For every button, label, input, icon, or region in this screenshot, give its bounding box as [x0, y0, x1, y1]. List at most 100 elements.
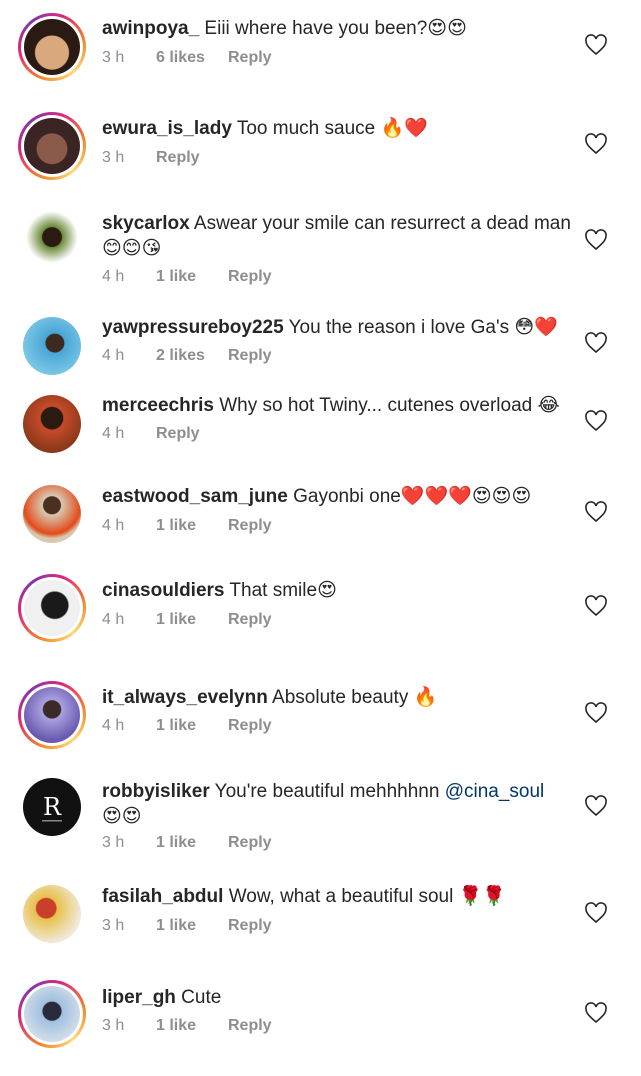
like-heart-icon[interactable] — [584, 1002, 608, 1024]
comment-meta: 3 h 1 like Reply — [102, 834, 272, 852]
avatar[interactable] — [18, 681, 86, 749]
comment-body: Cute — [175, 987, 222, 1008]
comment-username[interactable]: it_always_evelynn — [102, 687, 268, 708]
comment-likes[interactable]: 2 likes — [156, 347, 228, 365]
comment-meta: 3 h 1 like Reply — [102, 1017, 272, 1035]
reply-button[interactable]: Reply — [228, 347, 272, 365]
reply-button[interactable]: Reply — [156, 425, 200, 443]
like-heart-icon[interactable] — [584, 795, 608, 817]
comment-username[interactable]: yawpressureboy225 — [102, 317, 284, 338]
comment-time: 3 h — [102, 49, 125, 66]
avatar[interactable] — [18, 312, 86, 380]
avatar-image — [24, 580, 80, 636]
avatar[interactable] — [18, 480, 86, 548]
comment-time: 4 h — [102, 611, 125, 628]
avatar[interactable] — [18, 574, 86, 642]
comment-likes[interactable]: 1 like — [156, 1017, 228, 1035]
comment-body: You're beautiful mehhhhnn — [209, 781, 445, 802]
avatar[interactable]: R — [18, 773, 86, 841]
like-heart-icon[interactable] — [584, 410, 608, 432]
comment-text: robbyisliker You're beautiful mehhhhnn @… — [102, 779, 572, 829]
like-heart-icon[interactable] — [584, 332, 608, 354]
comment-likes[interactable]: 1 like — [156, 717, 228, 735]
avatar[interactable] — [18, 13, 86, 81]
comment-text: merceechris Why so hot Twiny... cutenes … — [102, 393, 572, 418]
comment-body: Too much sauce 🔥❤️ — [231, 118, 428, 139]
avatar-image — [24, 118, 80, 174]
comment-meta: 4 h 1 like Reply — [102, 717, 272, 735]
avatar[interactable] — [18, 880, 86, 948]
avatar-image — [23, 885, 81, 943]
comment-text: fasilah_abdul Wow, what a beautiful soul… — [102, 884, 572, 909]
reply-button[interactable]: Reply — [228, 1017, 272, 1035]
reply-button[interactable]: Reply — [228, 49, 272, 67]
avatar[interactable] — [18, 206, 86, 274]
avatar-image — [24, 19, 80, 75]
reply-button[interactable]: Reply — [228, 717, 272, 735]
like-heart-icon[interactable] — [584, 229, 608, 251]
like-heart-icon[interactable] — [584, 34, 608, 56]
brand-logo-icon: R — [42, 793, 62, 822]
user-mention-link[interactable]: @cina_soul — [445, 781, 545, 802]
comment-meta: 4 h Reply — [102, 425, 200, 443]
avatar[interactable] — [18, 112, 86, 180]
comment-text: ewura_is_lady Too much sauce 🔥❤️ — [102, 116, 572, 141]
comment-body: Absolute beauty 🔥 — [267, 687, 438, 708]
svg-text:R: R — [43, 793, 62, 821]
comment-username[interactable]: skycarlox — [102, 213, 190, 234]
avatar-image — [23, 211, 81, 269]
comment-text: liper_gh Cute — [102, 985, 572, 1010]
avatar[interactable] — [18, 390, 86, 458]
comment-likes[interactable]: 6 likes — [156, 49, 228, 67]
comment-time: 4 h — [102, 517, 125, 534]
comment-time: 3 h — [102, 1017, 125, 1034]
comment-likes[interactable]: 1 like — [156, 611, 228, 629]
comment-username[interactable]: merceechris — [102, 395, 214, 416]
comment-time: 3 h — [102, 834, 125, 851]
comment-body: You the reason i love Ga's 😳❤️ — [283, 317, 558, 338]
comment-time: 4 h — [102, 717, 125, 734]
comment-body: Wow, what a beautiful soul 🌹🌹 — [223, 886, 506, 907]
comment-username[interactable]: fasilah_abdul — [102, 886, 223, 907]
comment-meta: 4 h 1 like Reply — [102, 517, 272, 535]
reply-button[interactable]: Reply — [228, 268, 272, 286]
comment-username[interactable]: cinasouldiers — [102, 580, 225, 601]
avatar[interactable] — [18, 980, 86, 1048]
avatar-image — [23, 485, 81, 543]
comment-body: Gayonbi one❤️❤️❤️😍😍😍 — [287, 486, 532, 507]
like-heart-icon[interactable] — [584, 595, 608, 617]
avatar-image: R — [23, 778, 81, 836]
avatar-image — [24, 687, 80, 743]
comment-username[interactable]: liper_gh — [102, 987, 176, 1008]
comment-username[interactable]: ewura_is_lady — [102, 118, 232, 139]
comment-username[interactable]: robbyisliker — [102, 781, 210, 802]
comment-body: Eiii where have you been?😍😍 — [199, 18, 467, 39]
like-heart-icon[interactable] — [584, 501, 608, 523]
reply-button[interactable]: Reply — [228, 611, 272, 629]
avatar-image — [23, 395, 81, 453]
comment-text: eastwood_sam_june Gayonbi one❤️❤️❤️😍😍😍 — [102, 484, 572, 509]
comment-likes[interactable]: 1 like — [156, 517, 228, 535]
comment-text: skycarlox Aswear your smile can resurrec… — [102, 211, 572, 261]
like-heart-icon[interactable] — [584, 902, 608, 924]
avatar-image — [24, 986, 80, 1042]
comment-meta: 3 h Reply — [102, 149, 200, 167]
comment-likes[interactable]: 1 like — [156, 834, 228, 852]
comment-text: it_always_evelynn Absolute beauty 🔥 — [102, 685, 572, 710]
comment-body: That smile😍 — [224, 580, 337, 601]
reply-button[interactable]: Reply — [228, 517, 272, 535]
reply-button[interactable]: Reply — [228, 834, 272, 852]
comment-username[interactable]: eastwood_sam_june — [102, 486, 288, 507]
comment-meta: 3 h 1 like Reply — [102, 917, 272, 935]
reply-button[interactable]: Reply — [156, 149, 200, 167]
like-heart-icon[interactable] — [584, 702, 608, 724]
comment-likes[interactable]: 1 like — [156, 917, 228, 935]
comment-likes[interactable]: 1 like — [156, 268, 228, 286]
comment-body-continued: 😍😍 — [102, 806, 142, 827]
comment-meta: 4 h 1 like Reply — [102, 268, 272, 286]
like-heart-icon[interactable] — [584, 133, 608, 155]
comment-time: 4 h — [102, 268, 125, 285]
comment-username[interactable]: awinpoya_ — [102, 18, 199, 39]
reply-button[interactable]: Reply — [228, 917, 272, 935]
comment-text: cinasouldiers That smile😍 — [102, 578, 572, 603]
